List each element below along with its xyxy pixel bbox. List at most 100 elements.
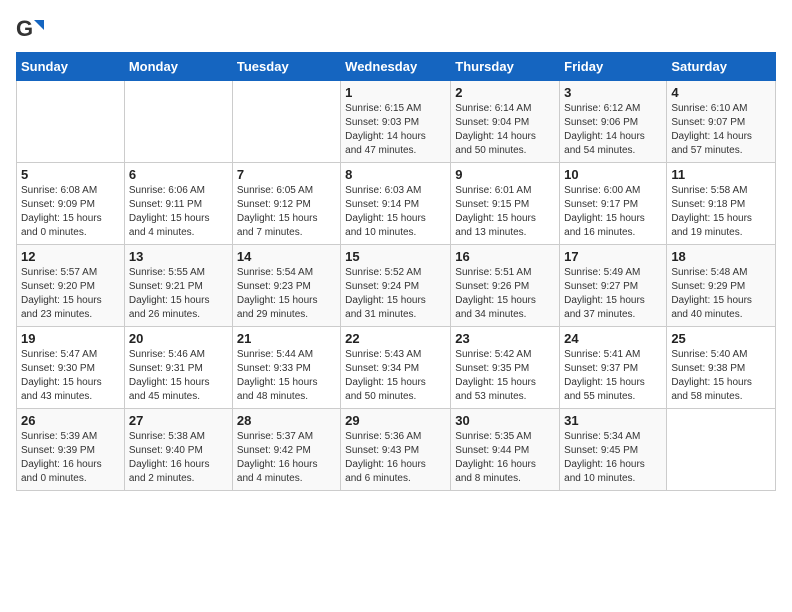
- calendar-cell: 25 Sunrise: 5:40 AM Sunset: 9:38 PM Dayli…: [667, 327, 776, 409]
- calendar-cell: [232, 81, 340, 163]
- day-info: Sunrise: 5:52 AM Sunset: 9:24 PM Dayligh…: [345, 266, 446, 322]
- calendar-cell: 22 Sunrise: 5:43 AM Sunset: 9:34 PM Dayli…: [341, 327, 451, 409]
- calendar-week-5: 26Sunrise: 5:39 AM Sunset: 9:39 PM Dayli…: [17, 409, 776, 491]
- calendar-cell: 3 Sunrise: 6:12 AM Sunset: 9:06 PM Daylig…: [560, 81, 667, 163]
- calendar-table: SundayMondayTuesdayWednesdayThursdayFrid…: [16, 52, 776, 491]
- day-info: Sunrise: 5:40 AM Sunset: 9:38 PM Dayligh…: [671, 348, 771, 404]
- calendar-cell: 27 Sunrise: 5:38 AM Sunset: 9:40 PM Dayli…: [124, 409, 232, 491]
- calendar-week-4: 19 Sunrise: 5:47 AM Sunset: 9:30 PM Dayli…: [17, 327, 776, 409]
- calendar-cell: 21 Sunrise: 5:44 AM Sunset: 9:33 PM Dayli…: [232, 327, 340, 409]
- day-info: Sunrise: 6:10 AM Sunset: 9:07 PM Dayligh…: [671, 102, 771, 158]
- weekday-header-thursday: Thursday: [451, 53, 560, 81]
- day-number: 19: [21, 331, 120, 346]
- day-info: Sunrise: 6:12 AM Sunset: 9:06 PM Dayligh…: [564, 102, 662, 158]
- calendar-cell: 28Sunrise: 5:37 AM Sunset: 9:42 PM Dayli…: [232, 409, 340, 491]
- day-number: 22: [345, 331, 446, 346]
- day-number: 24: [564, 331, 662, 346]
- calendar-cell: 6 Sunrise: 6:06 AM Sunset: 9:11 PM Daylig…: [124, 163, 232, 245]
- day-info: Sunrise: 5:46 AM Sunset: 9:31 PM Dayligh…: [129, 348, 228, 404]
- day-info: Sunrise: 5:55 AM Sunset: 9:21 PM Dayligh…: [129, 266, 228, 322]
- calendar-cell: 4 Sunrise: 6:10 AM Sunset: 9:07 PM Daylig…: [667, 81, 776, 163]
- weekday-header-row: SundayMondayTuesdayWednesdayThursdayFrid…: [17, 53, 776, 81]
- day-number: 6: [129, 167, 228, 182]
- day-number: 2: [455, 85, 555, 100]
- day-number: 4: [671, 85, 771, 100]
- day-info: Sunrise: 5:54 AM Sunset: 9:23 PM Dayligh…: [237, 266, 336, 322]
- day-number: 31: [564, 413, 662, 428]
- day-number: 29: [345, 413, 446, 428]
- day-number: 11: [671, 167, 771, 182]
- calendar-cell: 18 Sunrise: 5:48 AM Sunset: 9:29 PM Dayli…: [667, 245, 776, 327]
- day-info: Sunrise: 6:08 AM Sunset: 9:09 PM Dayligh…: [21, 184, 120, 240]
- calendar-week-1: 1 Sunrise: 6:15 AM Sunset: 9:03 PM Daylig…: [17, 81, 776, 163]
- calendar-cell: 14Sunrise: 5:54 AM Sunset: 9:23 PM Dayli…: [232, 245, 340, 327]
- calendar-cell: [124, 81, 232, 163]
- calendar-cell: 12 Sunrise: 5:57 AM Sunset: 9:20 PM Dayli…: [17, 245, 125, 327]
- day-number: 10: [564, 167, 662, 182]
- logo-icon: G: [16, 16, 44, 44]
- calendar-cell: 17 Sunrise: 5:49 AM Sunset: 9:27 PM Dayli…: [560, 245, 667, 327]
- calendar-cell: 10 Sunrise: 6:00 AM Sunset: 9:17 PM Dayli…: [560, 163, 667, 245]
- weekday-header-sunday: Sunday: [17, 53, 125, 81]
- calendar-cell: 31Sunrise: 5:34 AM Sunset: 9:45 PM Dayli…: [560, 409, 667, 491]
- day-number: 1: [345, 85, 446, 100]
- weekday-header-monday: Monday: [124, 53, 232, 81]
- weekday-header-friday: Friday: [560, 53, 667, 81]
- day-number: 12: [21, 249, 120, 264]
- calendar-cell: 5 Sunrise: 6:08 AM Sunset: 9:09 PM Daylig…: [17, 163, 125, 245]
- day-info: Sunrise: 6:05 AM Sunset: 9:12 PM Dayligh…: [237, 184, 336, 240]
- weekday-header-saturday: Saturday: [667, 53, 776, 81]
- day-number: 5: [21, 167, 120, 182]
- page-header: G: [16, 16, 776, 44]
- calendar-cell: 1 Sunrise: 6:15 AM Sunset: 9:03 PM Daylig…: [341, 81, 451, 163]
- day-number: 27: [129, 413, 228, 428]
- day-info: Sunrise: 5:44 AM Sunset: 9:33 PM Dayligh…: [237, 348, 336, 404]
- day-info: Sunrise: 5:43 AM Sunset: 9:34 PM Dayligh…: [345, 348, 446, 404]
- calendar-cell: [667, 409, 776, 491]
- day-info: Sunrise: 5:48 AM Sunset: 9:29 PM Dayligh…: [671, 266, 771, 322]
- calendar-cell: [17, 81, 125, 163]
- day-info: Sunrise: 5:41 AM Sunset: 9:37 PM Dayligh…: [564, 348, 662, 404]
- calendar-cell: 20 Sunrise: 5:46 AM Sunset: 9:31 PM Dayli…: [124, 327, 232, 409]
- day-info: Sunrise: 5:57 AM Sunset: 9:20 PM Dayligh…: [21, 266, 120, 322]
- calendar-cell: 9 Sunrise: 6:01 AM Sunset: 9:15 PM Daylig…: [451, 163, 560, 245]
- day-number: 17: [564, 249, 662, 264]
- day-info: Sunrise: 5:47 AM Sunset: 9:30 PM Dayligh…: [21, 348, 120, 404]
- day-info: Sunrise: 6:06 AM Sunset: 9:11 PM Dayligh…: [129, 184, 228, 240]
- day-number: 9: [455, 167, 555, 182]
- day-info: Sunrise: 6:03 AM Sunset: 9:14 PM Dayligh…: [345, 184, 446, 240]
- calendar-cell: 19 Sunrise: 5:47 AM Sunset: 9:30 PM Dayli…: [17, 327, 125, 409]
- day-number: 13: [129, 249, 228, 264]
- logo: G: [16, 16, 48, 44]
- calendar-cell: 23Sunrise: 5:42 AM Sunset: 9:35 PM Dayli…: [451, 327, 560, 409]
- day-info: Sunrise: 6:14 AM Sunset: 9:04 PM Dayligh…: [455, 102, 555, 158]
- calendar-body: 1 Sunrise: 6:15 AM Sunset: 9:03 PM Daylig…: [17, 81, 776, 491]
- day-info: Sunrise: 5:35 AM Sunset: 9:44 PM Dayligh…: [455, 430, 555, 486]
- day-number: 7: [237, 167, 336, 182]
- calendar-week-2: 5 Sunrise: 6:08 AM Sunset: 9:09 PM Daylig…: [17, 163, 776, 245]
- day-info: Sunrise: 6:01 AM Sunset: 9:15 PM Dayligh…: [455, 184, 555, 240]
- day-number: 28: [237, 413, 336, 428]
- calendar-cell: 7 Sunrise: 6:05 AM Sunset: 9:12 PM Daylig…: [232, 163, 340, 245]
- calendar-cell: 29Sunrise: 5:36 AM Sunset: 9:43 PM Dayli…: [341, 409, 451, 491]
- day-info: Sunrise: 5:39 AM Sunset: 9:39 PM Dayligh…: [21, 430, 120, 486]
- day-number: 25: [671, 331, 771, 346]
- svg-text:G: G: [16, 16, 33, 41]
- calendar-cell: 30Sunrise: 5:35 AM Sunset: 9:44 PM Dayli…: [451, 409, 560, 491]
- calendar-header: SundayMondayTuesdayWednesdayThursdayFrid…: [17, 53, 776, 81]
- day-number: 18: [671, 249, 771, 264]
- calendar-cell: 24 Sunrise: 5:41 AM Sunset: 9:37 PM Dayli…: [560, 327, 667, 409]
- day-number: 21: [237, 331, 336, 346]
- day-number: 15: [345, 249, 446, 264]
- calendar-cell: 26Sunrise: 5:39 AM Sunset: 9:39 PM Dayli…: [17, 409, 125, 491]
- calendar-cell: 15 Sunrise: 5:52 AM Sunset: 9:24 PM Dayli…: [341, 245, 451, 327]
- day-number: 3: [564, 85, 662, 100]
- calendar-cell: 16Sunrise: 5:51 AM Sunset: 9:26 PM Dayli…: [451, 245, 560, 327]
- day-info: Sunrise: 5:42 AM Sunset: 9:35 PM Dayligh…: [455, 348, 555, 404]
- day-info: Sunrise: 6:15 AM Sunset: 9:03 PM Dayligh…: [345, 102, 446, 158]
- day-number: 20: [129, 331, 228, 346]
- day-info: Sunrise: 5:49 AM Sunset: 9:27 PM Dayligh…: [564, 266, 662, 322]
- day-info: Sunrise: 5:38 AM Sunset: 9:40 PM Dayligh…: [129, 430, 228, 486]
- day-info: Sunrise: 5:58 AM Sunset: 9:18 PM Dayligh…: [671, 184, 771, 240]
- day-info: Sunrise: 6:00 AM Sunset: 9:17 PM Dayligh…: [564, 184, 662, 240]
